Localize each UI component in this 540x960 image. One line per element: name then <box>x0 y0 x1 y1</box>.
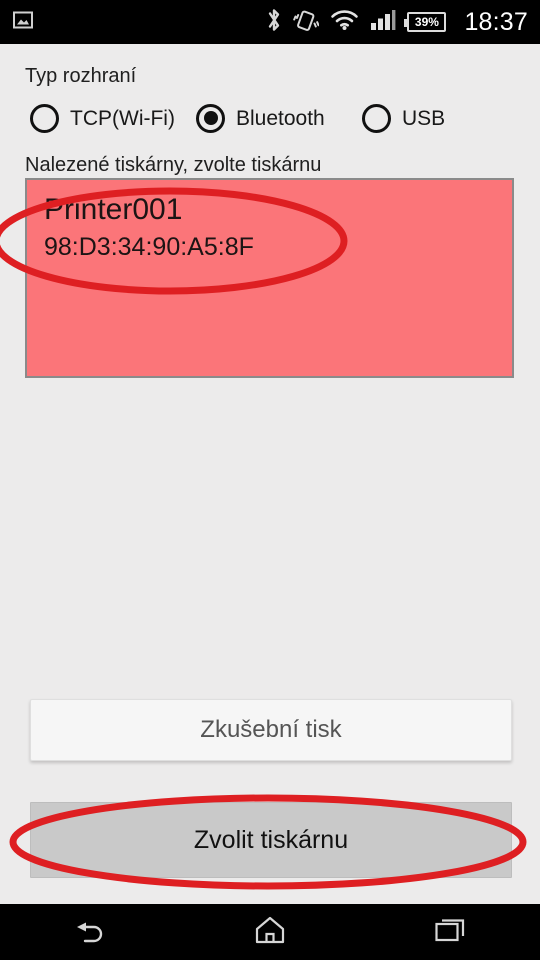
radio-option-usb[interactable]: USB <box>362 96 445 140</box>
radio-label-bluetooth: Bluetooth <box>236 106 325 130</box>
list-item[interactable]: Printer001 98:D3:34:90:A5:8F <box>44 190 484 264</box>
nav-recents-button[interactable] <box>360 904 540 960</box>
wifi-icon <box>330 9 359 36</box>
status-bar: 39% 18:37 <box>0 0 540 44</box>
radio-indicator-usb[interactable] <box>362 103 391 133</box>
recents-icon <box>434 916 466 949</box>
bluetooth-icon <box>266 7 282 38</box>
status-bar-notifications <box>12 9 34 36</box>
nav-home-button[interactable] <box>180 904 360 960</box>
back-icon <box>73 915 107 950</box>
radio-indicator-bluetooth[interactable] <box>196 103 225 133</box>
vibrate-icon <box>293 7 320 38</box>
nav-back-button[interactable] <box>0 904 180 960</box>
main-content: Typ rozhraní TCP(Wi-Fi) Bluetooth USB Na… <box>0 44 540 904</box>
printer-mac-address: 98:D3:34:90:A5:8F <box>44 233 254 261</box>
select-printer-button[interactable]: Zvolit tiskárnu <box>30 802 512 878</box>
cellular-signal-icon <box>370 9 396 36</box>
radio-indicator-tcp-wifi[interactable] <box>30 103 59 133</box>
printer-name: Printer001 <box>44 193 183 226</box>
battery-percent: 39% <box>414 15 439 29</box>
photo-icon <box>12 9 34 36</box>
battery-icon: 39% <box>404 12 447 32</box>
interface-type-label: Typ rozhraní <box>25 65 137 87</box>
status-bar-system-icons: 39% 18:37 <box>266 7 528 38</box>
navigation-bar <box>0 904 540 960</box>
interface-type-radio-group: TCP(Wi-Fi) Bluetooth USB <box>25 96 515 140</box>
radio-label-tcp-wifi: TCP(Wi-Fi) <box>70 106 175 130</box>
android-screen: 39% 18:37 Typ rozhraní TCP(Wi-Fi) Blueto… <box>0 0 540 960</box>
found-printers-label: Nalezené tiskárny, zvolte tiskárnu <box>25 154 322 176</box>
printer-list[interactable]: Printer001 98:D3:34:90:A5:8F <box>25 178 514 378</box>
status-bar-clock: 18:37 <box>464 7 528 36</box>
radio-option-bluetooth[interactable]: Bluetooth <box>196 96 325 140</box>
radio-label-usb: USB <box>402 106 446 130</box>
select-printer-button-label: Zvolit tiskárnu <box>193 825 349 854</box>
test-print-button[interactable]: Zkušební tisk <box>30 699 512 761</box>
home-icon <box>254 915 286 950</box>
test-print-button-label: Zkušební tisk <box>200 716 342 743</box>
radio-option-tcp-wifi[interactable]: TCP(Wi-Fi) <box>30 96 175 140</box>
